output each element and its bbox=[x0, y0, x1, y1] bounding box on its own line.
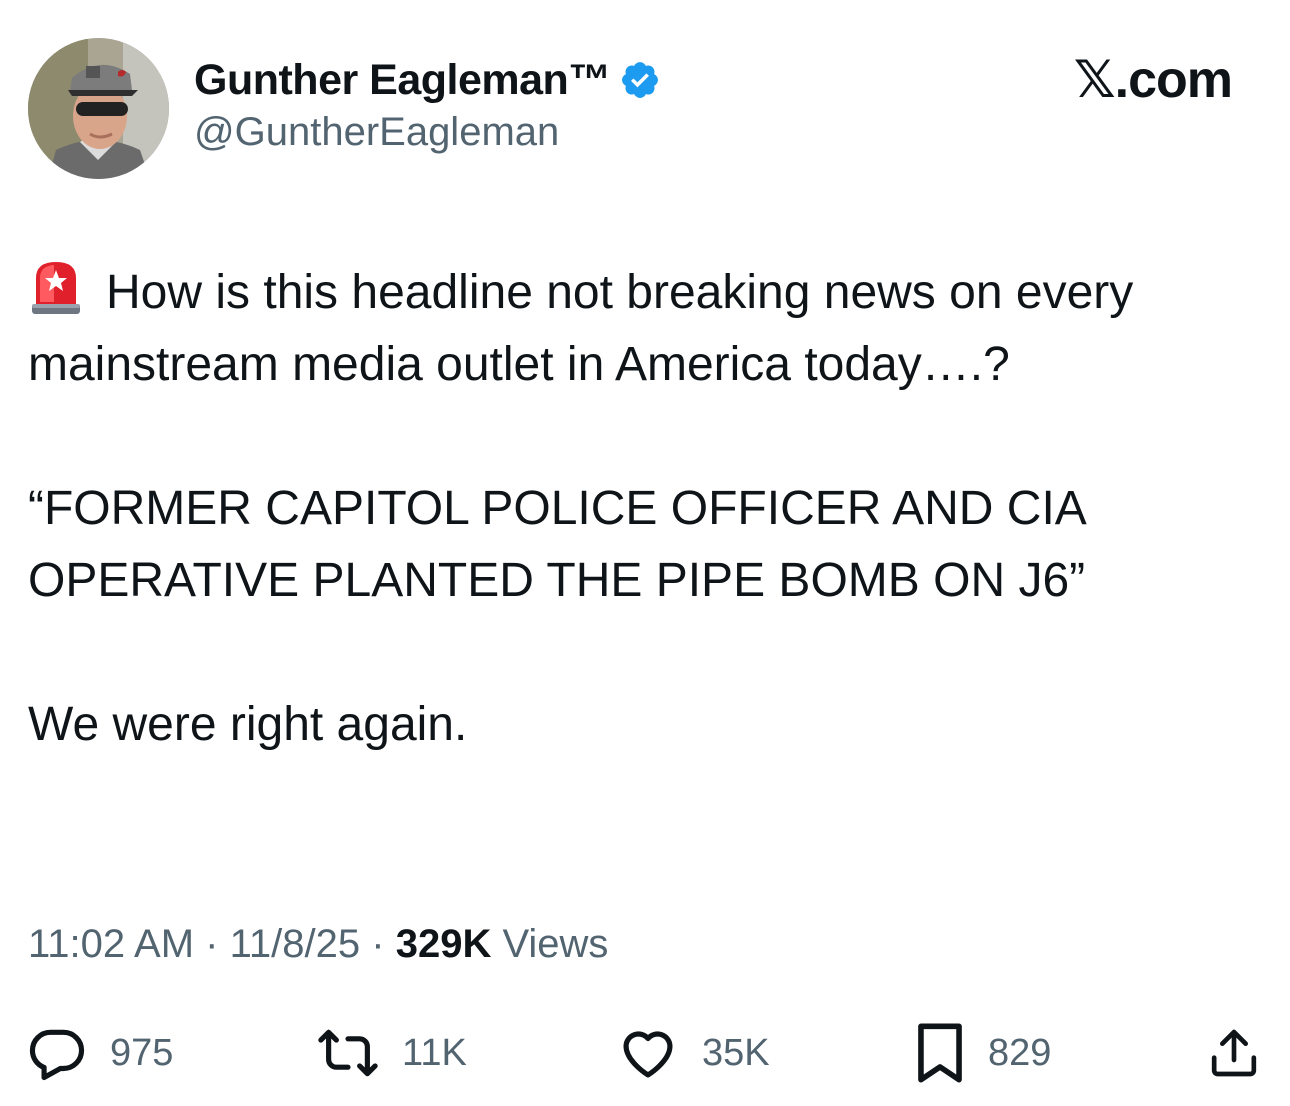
tweet-paragraph-1: How is this headline not breaking news o… bbox=[28, 256, 1248, 401]
tweet-paragraph-1-text: How is this headline not breaking news o… bbox=[28, 266, 1134, 391]
repost-count: 11K bbox=[402, 1031, 467, 1074]
tweet-actions-bar: 975 11K 35K 829 bbox=[26, 1018, 1262, 1088]
reply-button[interactable]: 975 bbox=[26, 1018, 173, 1088]
tweet-paragraph-3: We were right again. bbox=[28, 698, 468, 751]
display-name[interactable]: Gunther Eagleman™ bbox=[194, 56, 611, 105]
share-icon bbox=[1206, 1022, 1262, 1084]
repost-button[interactable]: 11K bbox=[316, 1018, 467, 1088]
bookmark-icon bbox=[914, 1020, 966, 1086]
views-label: Views bbox=[502, 922, 609, 966]
like-count: 35K bbox=[702, 1031, 770, 1074]
tweet-metadata: 11:02 AM · 11/8/25 · 329K Views bbox=[28, 922, 608, 967]
x-logo: 𝕏.com bbox=[1073, 51, 1233, 109]
tweet-header: Gunther Eagleman™ @GuntherEagleman 𝕏.com bbox=[28, 38, 1262, 180]
author-info: Gunther Eagleman™ @GuntherEagleman bbox=[194, 52, 661, 155]
name-row: Gunther Eagleman™ bbox=[194, 52, 661, 108]
tweet-text: How is this headline not breaking news o… bbox=[28, 256, 1248, 761]
meta-separator: · bbox=[205, 922, 219, 966]
avatar[interactable] bbox=[28, 38, 169, 179]
tweet-date[interactable]: 11/8/25 bbox=[230, 922, 361, 966]
user-handle[interactable]: @GuntherEagleman bbox=[194, 110, 661, 155]
share-button[interactable] bbox=[1206, 1018, 1262, 1088]
bookmark-count: 829 bbox=[988, 1031, 1052, 1074]
like-button[interactable]: 35K bbox=[616, 1018, 770, 1088]
tweet-time[interactable]: 11:02 AM bbox=[28, 922, 194, 966]
reply-count: 975 bbox=[110, 1031, 174, 1074]
views-count[interactable]: 329K bbox=[396, 922, 492, 966]
meta-separator: · bbox=[371, 922, 385, 966]
police-siren-emoji-icon bbox=[28, 256, 84, 318]
verified-badge-icon bbox=[619, 59, 661, 101]
heart-icon bbox=[616, 1022, 680, 1084]
bookmark-button[interactable]: 829 bbox=[914, 1018, 1051, 1088]
tweet-paragraph-2: “FORMER CAPITOL POLICE OFFICER AND CIA O… bbox=[28, 482, 1086, 607]
repost-icon bbox=[316, 1022, 380, 1084]
reply-icon bbox=[26, 1022, 88, 1084]
